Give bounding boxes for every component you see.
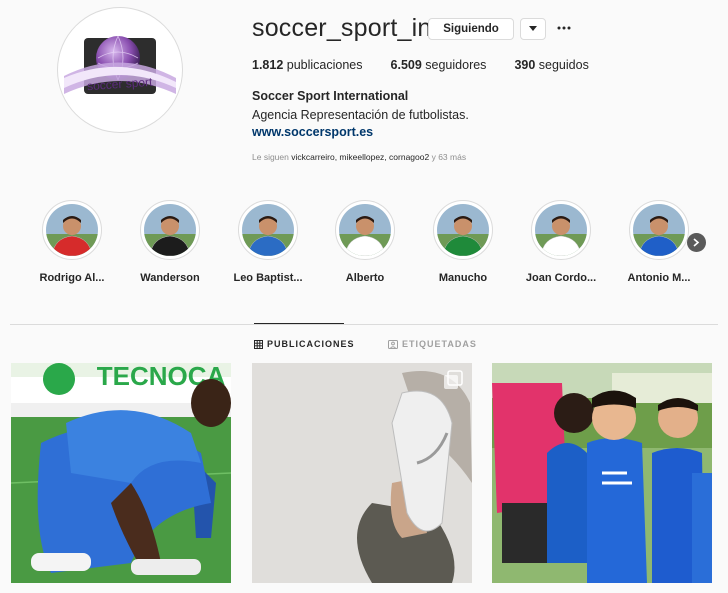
tab-posts-label: PUBLICACIONES: [267, 339, 355, 349]
highlight-label: Antonio M...: [627, 272, 691, 284]
posts-count: 1.812: [252, 58, 284, 72]
posts-count-stat: 1.812 publicaciones: [252, 58, 363, 72]
highlight-ring: [531, 200, 591, 260]
highlight-cover-image: [144, 204, 196, 256]
following-stat[interactable]: 390 seguidos: [514, 58, 588, 72]
highlight-item[interactable]: Rodrigo Al...: [33, 200, 111, 284]
tab-tagged[interactable]: ETIQUETADAS: [388, 339, 477, 349]
highlight-label: Rodrigo Al...: [39, 272, 105, 284]
highlight-cover-image: [46, 204, 98, 256]
highlight-item[interactable]: Joan Cordo...: [522, 200, 600, 284]
followed-by-suffix: y 63 más: [431, 152, 467, 162]
tagged-icon: [388, 339, 398, 349]
active-tab-indicator: [254, 323, 344, 324]
following-button[interactable]: Siguiendo: [428, 18, 514, 40]
chevron-right-icon: [693, 238, 700, 247]
highlight-label: Wanderson: [140, 272, 200, 284]
profile-stats: 1.812 publicaciones 6.509 seguidores 390…: [252, 58, 617, 72]
profile-full-name: Soccer Sport International: [252, 89, 409, 103]
highlight-item[interactable]: Wanderson: [131, 200, 209, 284]
highlight-label: Joan Cordo...: [525, 272, 597, 284]
suggestions-dropdown-button[interactable]: [520, 18, 546, 40]
post-thumbnail-2[interactable]: [252, 363, 472, 583]
soccer-sport-logo: soccer sport: [60, 10, 180, 130]
highlight-ring: [42, 200, 102, 260]
followed-by-names: vickcarreiro, mikeellopez, cornagoo2: [291, 152, 430, 162]
highlight-ring: [238, 200, 298, 260]
highlight-cover-image: [242, 204, 294, 256]
highlight-item[interactable]: Alberto: [326, 200, 404, 284]
highlight-label: Manucho: [438, 272, 488, 284]
followed-by-prefix: Le siguen: [252, 152, 289, 162]
highlight-ring: [140, 200, 200, 260]
following-button-label: Siguiendo: [443, 23, 499, 35]
following-label: seguidos: [538, 58, 589, 72]
followers-label: seguidores: [425, 58, 487, 72]
profile-username: soccer_sport_int: [252, 14, 439, 42]
tabs-divider: [10, 324, 718, 325]
caret-down-icon: [529, 26, 537, 31]
profile-bio: Agencia Representación de futbolistas.: [252, 108, 469, 122]
highlight-cover-image: [339, 204, 391, 256]
more-options-button[interactable]: [556, 18, 572, 38]
highlight-item[interactable]: Leo Baptist...: [229, 200, 307, 284]
highlights-next-button[interactable]: [687, 233, 706, 252]
followed-by-text[interactable]: Le siguen vickcarreiro, mikeellopez, cor…: [252, 152, 466, 162]
profile-website-link[interactable]: www.soccersport.es: [252, 125, 373, 139]
profile-avatar[interactable]: soccer sport: [58, 8, 182, 132]
post-image-footballer: TECNOCA: [11, 363, 231, 583]
followers-stat[interactable]: 6.509 seguidores: [391, 58, 487, 72]
tab-tagged-label: ETIQUETADAS: [402, 339, 477, 349]
highlight-ring: [629, 200, 689, 260]
highlight-label: Leo Baptist...: [233, 272, 303, 284]
tab-posts[interactable]: PUBLICACIONES: [254, 339, 355, 349]
post-image-kids-football: [492, 363, 712, 583]
highlight-item[interactable]: Manucho: [424, 200, 502, 284]
post-image-boot: [252, 363, 472, 583]
followers-count: 6.509: [390, 58, 422, 72]
highlight-cover-image: [535, 204, 587, 256]
highlight-ring: [335, 200, 395, 260]
highlight-label: Alberto: [345, 272, 385, 284]
post-thumbnail-1[interactable]: TECNOCA: [11, 363, 231, 583]
ellipsis-icon: [557, 26, 571, 30]
post-thumbnail-3[interactable]: [492, 363, 712, 583]
posts-label: publicaciones: [286, 58, 363, 72]
grid-icon: [254, 339, 263, 349]
highlight-cover-image: [437, 204, 489, 256]
following-count: 390: [514, 58, 536, 72]
highlight-cover-image: [633, 204, 685, 256]
highlight-ring: [433, 200, 493, 260]
